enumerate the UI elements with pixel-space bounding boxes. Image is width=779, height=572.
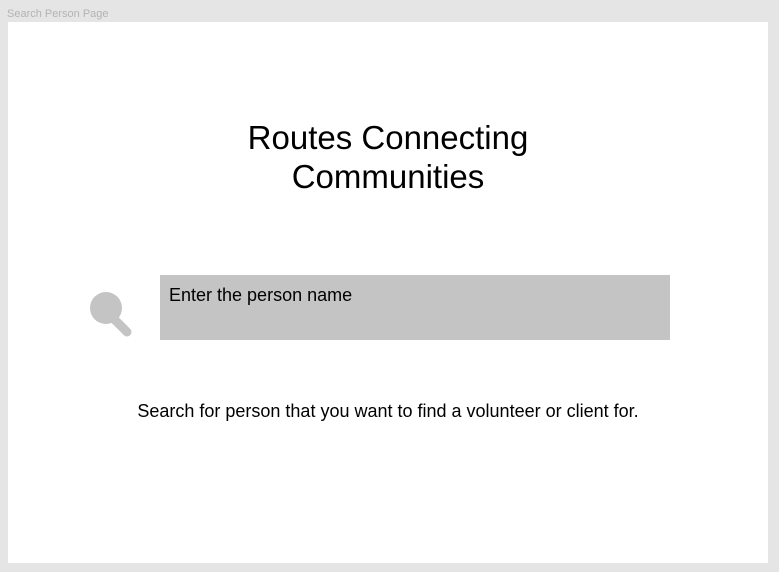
page-title: Routes Connecting Communities: [8, 118, 768, 196]
person-name-search-input[interactable]: Enter the person name: [160, 275, 670, 340]
page-title-line-2: Communities: [291, 158, 485, 195]
search-person-page: Routes Connecting Communities Enter the …: [8, 22, 768, 563]
frame-label: Search Person Page: [7, 8, 109, 20]
search-icon[interactable]: [87, 290, 133, 338]
page-title-line-1: Routes Connecting: [247, 119, 529, 156]
search-helper-text: Search for person that you want to find …: [137, 401, 639, 421]
